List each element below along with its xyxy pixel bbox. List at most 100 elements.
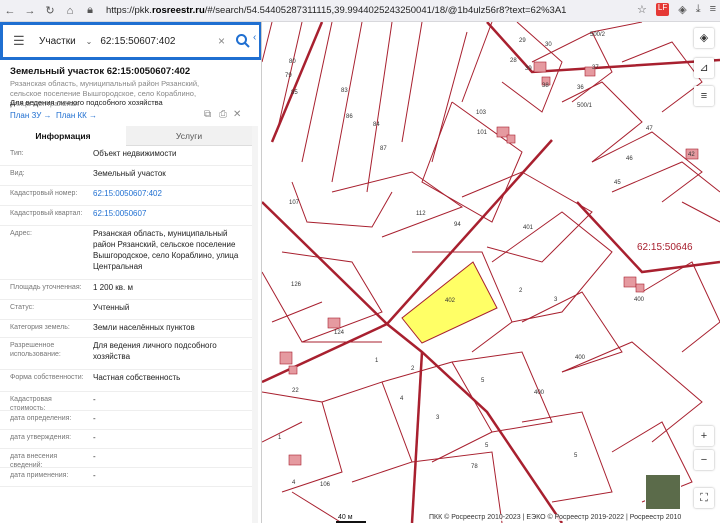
object-purpose: Для ведения личного подсобного хозяйства xyxy=(10,98,163,107)
reload-icon[interactable]: ↻ xyxy=(40,4,60,17)
parcel-number-label: 1 xyxy=(278,435,282,441)
table-row: дата утверждения: - xyxy=(0,430,252,449)
parcel-number-label: 29 xyxy=(519,38,526,44)
map-menu-icon[interactable]: ≡ xyxy=(694,86,714,106)
parcel-number-label: 46 xyxy=(626,156,633,162)
row-key: дата определения: xyxy=(10,415,72,422)
parcel-number-label: 39 xyxy=(525,66,532,72)
parcel-number-label: 37 xyxy=(592,65,599,71)
plan-kk-link[interactable]: План КК → xyxy=(56,111,97,120)
table-row: Разрешенное использование: Для ведения ли… xyxy=(0,338,252,370)
search-input[interactable]: 62:15:50607:402 xyxy=(100,36,175,47)
bookmark-star-icon[interactable]: ☆ xyxy=(637,3,647,16)
zoom-out-icon[interactable]: − xyxy=(694,450,714,470)
basemap-thumbnail[interactable] xyxy=(645,474,681,510)
tab-services[interactable]: Услуги xyxy=(126,126,252,146)
table-row: Категория земель: Земли населённых пункто… xyxy=(0,320,252,338)
forward-icon[interactable]: → xyxy=(20,5,40,17)
parcel-number-label: 4 xyxy=(400,396,404,402)
table-row: Кадастровый номер: 62:15:0050607:402 xyxy=(0,186,252,206)
parcel-number-label: 80 xyxy=(289,59,296,65)
row-key: Кадастровый номер: xyxy=(10,190,78,197)
row-value: - xyxy=(93,452,96,461)
search-mode-select[interactable]: Участки xyxy=(39,36,76,47)
parcel-number-label: 79 xyxy=(285,73,292,79)
parcel-number-label: 2 xyxy=(411,366,415,372)
parcel-number-label: 3 xyxy=(436,415,440,421)
panel-scrollbar[interactable] xyxy=(252,126,258,523)
parcel-number-label: 5 xyxy=(574,453,578,459)
row-value: Частная собственность xyxy=(93,373,181,382)
layers-icon[interactable]: ◈ xyxy=(694,28,714,48)
row-value: - xyxy=(93,433,96,442)
fullscreen-icon[interactable]: ⛶ xyxy=(694,488,714,508)
table-row: дата определения: - xyxy=(0,411,252,430)
parcel-number-label: 124 xyxy=(334,330,345,336)
copy-icon[interactable]: ⧉ xyxy=(204,109,211,120)
row-value: Рязанская область, муниципальный район Р… xyxy=(93,229,239,271)
row-key: Категория земель: xyxy=(10,324,70,331)
parcel-number-label: 84 xyxy=(373,122,380,128)
search-box: ☰ Участки ⌄ 62:15:50607:402 × xyxy=(0,22,261,60)
map-canvas[interactable]: 29 28 30 500/2 39 38 36 37 500/1 80 79 85 83 86 84 103 8… xyxy=(262,22,720,523)
back-icon[interactable]: ← xyxy=(0,5,20,17)
parcel-number-label: 85 xyxy=(291,90,298,96)
row-key: Разрешенное использование: xyxy=(10,342,61,358)
home-icon[interactable]: ⌂ xyxy=(60,5,80,17)
address-bar[interactable]: https://pkk.rosreestr.ru/#/search/54.544… xyxy=(106,5,566,16)
zoom-in-icon[interactable]: + xyxy=(694,426,714,446)
info-panel: ☰ Участки ⌄ 62:15:50607:402 × ‹ Земельны… xyxy=(0,22,262,523)
parcel-number-label: 28 xyxy=(510,58,517,64)
table-row: Площадь уточненная: 1 200 кв. м xyxy=(0,280,252,300)
parcel-number-label: 5 xyxy=(485,443,489,449)
hamburger-icon[interactable]: ☰ xyxy=(13,33,27,49)
menu-icon[interactable]: ≡ xyxy=(710,3,716,16)
parcel-number-label: 42 xyxy=(688,152,695,158)
copyright-footer: ПКК © Росреестр 2010-2023 | ЕЭКО © Росре… xyxy=(427,514,684,521)
collapse-panel-icon[interactable]: ‹ xyxy=(253,32,256,43)
row-value: - xyxy=(93,471,96,480)
parcel-number-label: 400 xyxy=(634,297,645,303)
row-value: 1 200 кв. м xyxy=(93,283,133,292)
table-row: дата внесения сведений: - xyxy=(0,449,252,469)
parcel-number-label: 45 xyxy=(614,180,621,186)
parcel-number-label: 38 xyxy=(542,83,549,89)
row-key: дата утверждения: xyxy=(10,434,72,441)
close-icon[interactable]: ✕ xyxy=(233,109,241,120)
row-value: Земли населённых пунктов xyxy=(93,323,195,332)
row-key: Статус: xyxy=(10,304,35,311)
table-row: Вид: Земельный участок xyxy=(0,166,252,186)
download-icon[interactable]: ⤓ xyxy=(696,3,701,16)
table-row: Кадастровая стоимость: - xyxy=(0,392,252,412)
parcel-number-label: 400 xyxy=(575,355,586,361)
parcel-number-label: 83 xyxy=(341,88,348,94)
print-icon[interactable]: ⎙ xyxy=(219,109,227,120)
parcel-number-label: 30 xyxy=(545,42,552,48)
tab-information[interactable]: Информация xyxy=(0,126,126,146)
ruler-icon[interactable]: ⊿ xyxy=(694,58,714,78)
parcel-number-label: 22 xyxy=(292,388,299,394)
cadastral-map[interactable]: 29 28 30 500/2 39 38 36 37 500/1 80 79 85 83 86 84 103 8… xyxy=(262,22,720,523)
parcel-number-label: 2 xyxy=(519,288,523,294)
parcel-number-label: 500/2 xyxy=(590,32,606,38)
clear-icon[interactable]: × xyxy=(218,34,225,48)
parcel-number-label: 402 xyxy=(445,298,456,304)
plan-zu-link[interactable]: План ЗУ → xyxy=(10,111,52,120)
browser-toolbar: ← → ↻ ⌂ 🔒︎ https://pkk.rosreestr.ru/#/se… xyxy=(0,0,720,22)
cadastral-number-link[interactable]: 62:15:0050607:402 xyxy=(93,188,248,199)
object-title: Земельный участок 62:15:0050607:402 xyxy=(10,66,191,77)
row-value: Для ведения личного подсобного хозяйства xyxy=(93,341,217,361)
chevron-down-icon[interactable]: ⌄ xyxy=(86,37,93,46)
row-key: Тип: xyxy=(10,150,24,157)
parcel-number-label: 106 xyxy=(320,482,331,488)
parcel-number-label: 400 xyxy=(534,390,545,396)
extension-badge[interactable]: LF xyxy=(655,3,670,16)
table-row: Адрес: Рязанская область, муниципальный р… xyxy=(0,226,252,280)
parcel-number-label: 4 xyxy=(292,480,296,486)
shield-icon[interactable]: ◈ xyxy=(678,3,686,16)
parcel-number-label: 5 xyxy=(481,378,485,384)
search-icon[interactable] xyxy=(235,33,251,49)
cadastral-quarter-link[interactable]: 62:15:0050607 xyxy=(93,208,248,219)
row-key: Площадь уточненная: xyxy=(10,284,82,291)
row-value: Объект недвижимости xyxy=(93,149,177,158)
